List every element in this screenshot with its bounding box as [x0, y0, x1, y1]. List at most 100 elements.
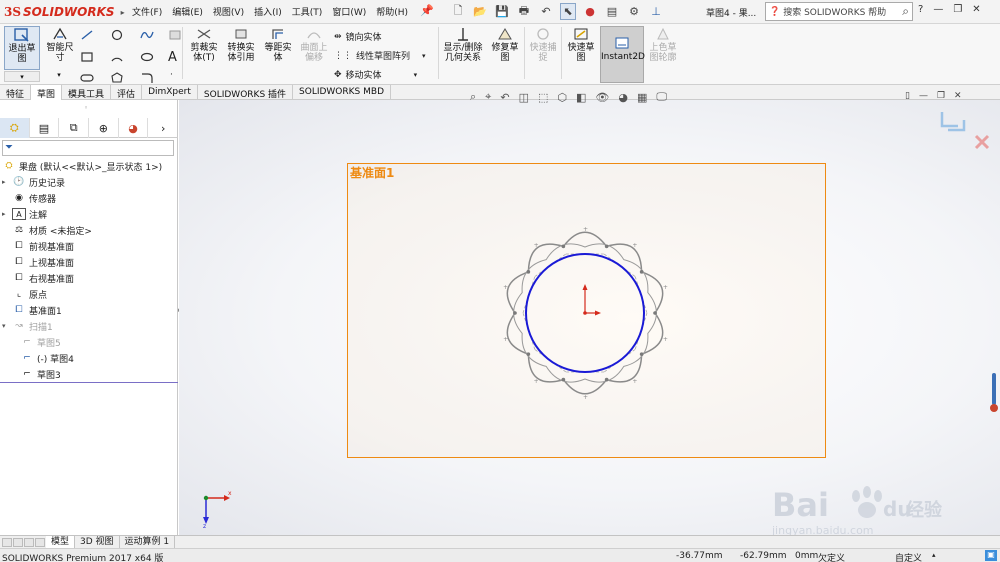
- convert-entities-button[interactable]: 转换实 体引用: [223, 26, 259, 63]
- tree-item-front-plane[interactable]: ⧠ 前视基准面: [2, 238, 178, 254]
- menu-file[interactable]: 文件(F): [132, 5, 162, 18]
- tab-mold-tools[interactable]: 模具工具: [62, 85, 112, 100]
- spline-icon[interactable]: [140, 29, 154, 41]
- shaded-sketch-contours-button[interactable]: 上色草 图轮廓: [646, 26, 680, 63]
- tree-item-sketch4[interactable]: ⌐ (-) 草图4: [2, 350, 178, 366]
- menu-tools[interactable]: 工具(T): [292, 5, 323, 18]
- menu-edit[interactable]: 编辑(E): [172, 5, 203, 18]
- offset-entities-button[interactable]: 等距实 体: [260, 26, 296, 63]
- configuration-manager-tab-icon[interactable]: ⧉: [59, 118, 90, 138]
- exit-sketch-button[interactable]: 退出草 图: [4, 26, 40, 70]
- save-icon[interactable]: 💾: [494, 3, 510, 20]
- previous-view-icon[interactable]: ↶: [500, 91, 509, 104]
- expand-icon[interactable]: ▸: [2, 210, 12, 218]
- collapse-icon[interactable]: ▾: [2, 322, 12, 330]
- help-menu-icon[interactable]: ?: [918, 4, 923, 15]
- tab-model[interactable]: 模型: [46, 536, 76, 548]
- select-icon[interactable]: ⬉: [560, 3, 576, 20]
- tree-item-origin[interactable]: ⌞ 原点: [2, 286, 178, 302]
- undo-icon[interactable]: ↶: [538, 3, 554, 20]
- open-icon[interactable]: 📂: [472, 3, 488, 20]
- sketch-origin-icon[interactable]: ⊥: [648, 3, 664, 20]
- viewport-tile-icon[interactable]: ▯: [905, 91, 910, 101]
- rebuild-icon[interactable]: ●: [582, 3, 598, 20]
- move-dropdown-icon[interactable]: ▾: [414, 71, 418, 79]
- mirror-entities-button[interactable]: ⇹ 镜向实体: [334, 30, 382, 44]
- menu-help[interactable]: 帮助(H): [376, 5, 408, 18]
- rollback-bar[interactable]: [0, 382, 178, 383]
- restore-icon[interactable]: ❐: [953, 4, 962, 15]
- tab-mbd[interactable]: SOLIDWORKS MBD: [293, 85, 391, 100]
- quick-snaps-button[interactable]: 快速捕 捉: [526, 26, 560, 63]
- scroll-next-icon[interactable]: [24, 537, 34, 547]
- polygon-icon[interactable]: [110, 72, 124, 84]
- instant2d-button[interactable]: Instant2D: [600, 26, 645, 83]
- dimxpert-manager-tab-icon[interactable]: ⊕: [89, 118, 119, 138]
- rectangle-icon[interactable]: [80, 51, 94, 63]
- rollback-indicator-icon[interactable]: [990, 372, 998, 414]
- scene-icon[interactable]: ▦: [637, 91, 647, 104]
- panel-grip-icon[interactable]: ◦: [84, 104, 88, 112]
- plane-icon[interactable]: [168, 29, 182, 41]
- line-icon[interactable]: [80, 29, 94, 41]
- tab-features[interactable]: 特征: [0, 85, 32, 100]
- tree-item-sweep1[interactable]: ▾ ↝ 扫描1: [2, 318, 178, 334]
- tab-evaluate[interactable]: 评估: [111, 85, 143, 100]
- tree-filter-input[interactable]: ⏷: [2, 140, 174, 156]
- feature-manager-tab-icon[interactable]: ⛭: [0, 118, 30, 138]
- tab-dimxpert[interactable]: DimXpert: [142, 85, 198, 100]
- fillet-icon[interactable]: [140, 72, 154, 84]
- sketch-geometry[interactable]: + + + + + + + + + +: [490, 220, 680, 405]
- pin-icon[interactable]: 📌: [420, 4, 434, 17]
- repair-sketch-button[interactable]: 修复草 图: [487, 26, 523, 63]
- scroll-first-icon[interactable]: [2, 537, 12, 547]
- units-dropdown-icon[interactable]: ▴: [932, 551, 936, 559]
- tree-item-plane1[interactable]: ⧠ 基准面1: [2, 302, 178, 318]
- display-style-icon[interactable]: ◧: [576, 91, 586, 104]
- search-box[interactable]: ❓ 搜索 SOLIDWORKS 帮助 ⌕: [765, 2, 913, 21]
- tree-item-right-plane[interactable]: ⧠ 右视基准面: [2, 270, 178, 286]
- tree-item-sensors[interactable]: ◉ 传感器: [2, 190, 178, 206]
- point-icon[interactable]: ·: [170, 70, 173, 80]
- display-manager-tab-icon[interactable]: ◕: [119, 118, 149, 138]
- scroll-last-icon[interactable]: [35, 537, 45, 547]
- menu-insert[interactable]: 插入(I): [254, 5, 282, 18]
- trim-entities-button[interactable]: 剪裁实 体(T): [186, 26, 222, 63]
- move-entities-button[interactable]: ✥ 移动实体 ▾: [334, 68, 418, 82]
- tab-sketch[interactable]: 草图: [31, 85, 63, 100]
- tab-3d-view[interactable]: 3D 视图: [75, 536, 120, 548]
- print-icon[interactable]: 🖶: [516, 3, 532, 20]
- options-icon[interactable]: ⚙: [626, 3, 642, 20]
- smart-dimension-button[interactable]: 智能尺 寸: [42, 26, 78, 63]
- new-document-icon[interactable]: 🗋: [450, 3, 466, 20]
- linear-pattern-dropdown-icon[interactable]: ▾: [422, 52, 426, 60]
- ellipse-icon[interactable]: [140, 51, 154, 63]
- solidworks-logo[interactable]: 3S SOLIDWORKS ▸: [4, 3, 125, 21]
- search-icon[interactable]: ⌕: [902, 4, 909, 19]
- menu-view[interactable]: 视图(V): [213, 5, 244, 18]
- scroll-prev-icon[interactable]: [13, 537, 23, 547]
- minimize-icon[interactable]: —: [933, 4, 943, 15]
- viewport-minimize-icon[interactable]: —: [919, 91, 928, 101]
- zoom-area-icon[interactable]: ⌖: [485, 90, 491, 104]
- hide-show-icon[interactable]: 👁: [595, 91, 609, 104]
- expand-icon[interactable]: ▸: [2, 178, 12, 186]
- tree-item-sketch5[interactable]: ⌐ 草图5: [2, 334, 178, 350]
- cancel-corner-icon[interactable]: [974, 134, 990, 150]
- tree-item-annotations[interactable]: ▸ A 注解: [2, 206, 178, 222]
- viewport-restore-icon[interactable]: ❐: [937, 91, 945, 101]
- display-delete-relations-button[interactable]: 显示/删除 几何关系: [440, 26, 486, 63]
- menu-window[interactable]: 窗口(W): [332, 5, 366, 18]
- rapid-sketch-button[interactable]: 快速草 图: [563, 26, 599, 63]
- status-info-icon[interactable]: ▣: [985, 550, 997, 561]
- linear-pattern-button[interactable]: ⋮⋮ 线性草图阵列 ▾: [334, 49, 426, 63]
- reference-triad[interactable]: x z: [196, 484, 236, 528]
- tree-item-top-plane[interactable]: ⧠ 上视基准面: [2, 254, 178, 270]
- close-icon[interactable]: ✕: [972, 4, 980, 15]
- exit-sketch-dropdown[interactable]: ▾: [4, 71, 40, 82]
- tree-item-material[interactable]: ⚖ 材质 <未指定>: [2, 222, 178, 238]
- viewport-close-icon[interactable]: ✕: [954, 91, 962, 101]
- dynamic-annotation-icon[interactable]: ⬚: [538, 91, 548, 104]
- view-orientation-icon[interactable]: ⬡: [557, 91, 567, 104]
- tree-item-history[interactable]: ▸ 🕑 历史记录: [2, 174, 178, 190]
